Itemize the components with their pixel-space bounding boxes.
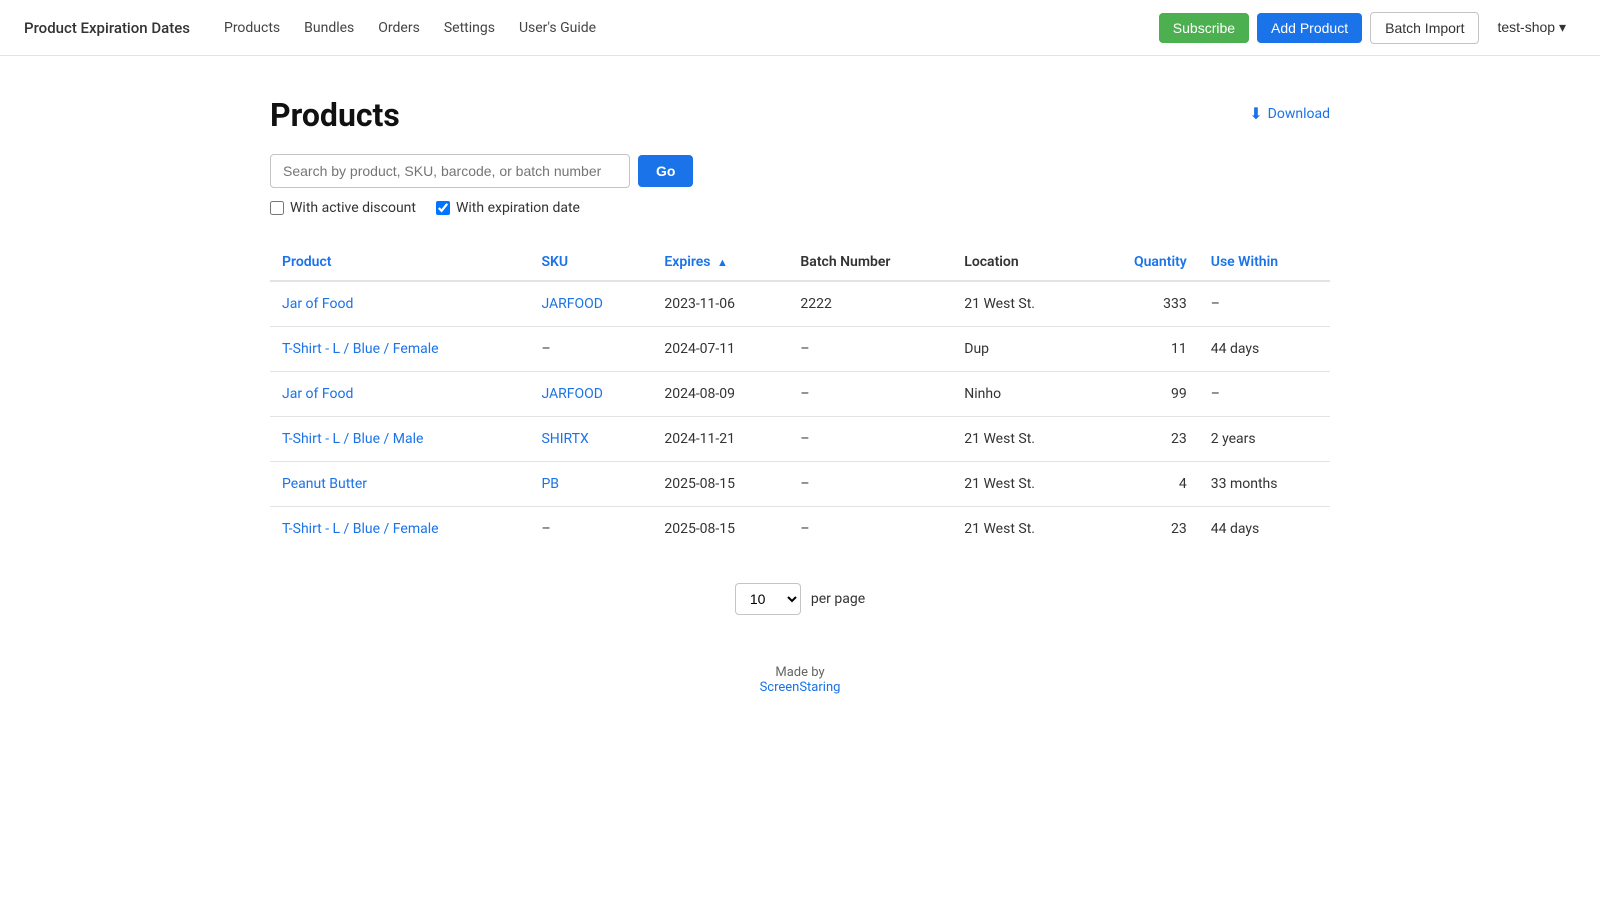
- sort-arrow-icon: ▲: [717, 256, 728, 269]
- nav-products[interactable]: Products: [214, 14, 290, 42]
- location-cell: Dup: [952, 327, 1088, 372]
- location-cell: 21 West St.: [952, 462, 1088, 507]
- page-wrapper: Products ⬇ Download Go With active disco…: [0, 56, 1600, 900]
- quantity-cell: 11: [1088, 327, 1198, 372]
- product-link[interactable]: T-Shirt - L / Blue / Female: [282, 341, 439, 357]
- expires-cell: 2024-08-09: [652, 372, 788, 417]
- product-link[interactable]: T-Shirt - L / Blue / Male: [282, 431, 423, 447]
- sku-link[interactable]: SHIRTX: [541, 431, 588, 447]
- download-label: Download: [1268, 106, 1330, 122]
- download-link[interactable]: ⬇ Download: [1249, 104, 1330, 123]
- table-body: Jar of FoodJARFOOD2023-11-06222221 West …: [270, 281, 1330, 551]
- table-row: T-Shirt - L / Blue / Male SHIRTX 2024-11-2…: [270, 417, 1330, 462]
- filter-expiration-checkbox[interactable]: [436, 201, 450, 215]
- location-cell: 21 West St.: [952, 507, 1088, 552]
- pagination-row: 10 25 50 100 per page: [270, 583, 1330, 615]
- batch-number-cell: –: [788, 327, 952, 372]
- expires-cell: 2024-07-11: [652, 327, 788, 372]
- expires-cell: 2025-08-15: [652, 462, 788, 507]
- batch-number-cell: 2222: [788, 281, 952, 327]
- filter-discount-text: With active discount: [290, 200, 416, 216]
- use-within-cell: 2 years: [1199, 417, 1330, 462]
- filter-discount-checkbox[interactable]: [270, 201, 284, 215]
- sku-link[interactable]: JARFOOD: [541, 386, 603, 402]
- per-page-select[interactable]: 10 25 50 100: [735, 583, 801, 615]
- table-header: Product SKU Expires ▲ Batch Number Locat…: [270, 244, 1330, 281]
- navbar-brand: Product Expiration Dates: [24, 19, 190, 37]
- table-row: Peanut Butter PB 2025-08-15–21 West St.433…: [270, 462, 1330, 507]
- col-quantity[interactable]: Quantity: [1088, 244, 1198, 281]
- location-cell: 21 West St.: [952, 417, 1088, 462]
- credit-link[interactable]: ScreenStaring: [760, 680, 841, 695]
- batch-number-cell: –: [788, 462, 952, 507]
- col-expires[interactable]: Expires ▲: [652, 244, 788, 281]
- col-sku[interactable]: SKU: [529, 244, 652, 281]
- product-link[interactable]: Peanut Butter: [282, 476, 367, 492]
- use-within-cell: –: [1199, 372, 1330, 417]
- filter-expiration-label[interactable]: With expiration date: [436, 200, 580, 216]
- expires-cell: 2025-08-15: [652, 507, 788, 552]
- col-product[interactable]: Product: [270, 244, 529, 281]
- use-within-cell: –: [1199, 281, 1330, 327]
- products-table: Product SKU Expires ▲ Batch Number Locat…: [270, 244, 1330, 551]
- quantity-cell: 23: [1088, 507, 1198, 552]
- go-button[interactable]: Go: [638, 155, 693, 187]
- navbar-actions: Subscribe Add Product Batch Import test-…: [1159, 12, 1576, 44]
- page-header: Products ⬇ Download: [270, 96, 1330, 134]
- col-batch-number[interactable]: Batch Number: [788, 244, 952, 281]
- filter-expiration-text: With expiration date: [456, 200, 580, 216]
- sku-link[interactable]: PB: [541, 476, 559, 492]
- download-icon: ⬇: [1249, 104, 1262, 123]
- table-row: Jar of Food JARFOOD 2023-11-06222221 West …: [270, 281, 1330, 327]
- col-location[interactable]: Location: [952, 244, 1088, 281]
- use-within-cell: 44 days: [1199, 327, 1330, 372]
- quantity-cell: 4: [1088, 462, 1198, 507]
- per-page-label: per page: [811, 591, 865, 607]
- expires-cell: 2023-11-06: [652, 281, 788, 327]
- location-cell: Ninho: [952, 372, 1088, 417]
- search-input[interactable]: [270, 154, 630, 188]
- col-use-within[interactable]: Use Within: [1199, 244, 1330, 281]
- batch-number-cell: –: [788, 507, 952, 552]
- page-title: Products: [270, 96, 400, 134]
- navbar: Product Expiration Dates Products Bundle…: [0, 0, 1600, 56]
- quantity-cell: 333: [1088, 281, 1198, 327]
- product-link[interactable]: Jar of Food: [282, 296, 353, 312]
- batch-number-cell: –: [788, 372, 952, 417]
- filter-row: With active discount With expiration dat…: [270, 200, 1330, 216]
- nav-bundles[interactable]: Bundles: [294, 14, 364, 42]
- footer: Made by ScreenStaring: [270, 665, 1330, 695]
- table-row: T-Shirt - L / Blue / Female–2024-07-11–D…: [270, 327, 1330, 372]
- quantity-cell: 99: [1088, 372, 1198, 417]
- navbar-links: Products Bundles Orders Settings User's …: [214, 14, 1135, 42]
- quantity-cell: 23: [1088, 417, 1198, 462]
- main-content: Products ⬇ Download Go With active disco…: [210, 56, 1390, 735]
- use-within-cell: 33 months: [1199, 462, 1330, 507]
- product-link[interactable]: T-Shirt - L / Blue / Female: [282, 521, 439, 537]
- table-header-row: Product SKU Expires ▲ Batch Number Locat…: [270, 244, 1330, 281]
- subscribe-button[interactable]: Subscribe: [1159, 13, 1249, 43]
- add-product-button[interactable]: Add Product: [1257, 13, 1362, 43]
- nav-orders[interactable]: Orders: [368, 14, 430, 42]
- batch-import-button[interactable]: Batch Import: [1370, 12, 1479, 44]
- shop-dropdown-button[interactable]: test-shop ▾: [1487, 12, 1576, 43]
- product-link[interactable]: Jar of Food: [282, 386, 353, 402]
- nav-settings[interactable]: Settings: [434, 14, 505, 42]
- nav-users-guide[interactable]: User's Guide: [509, 14, 606, 42]
- location-cell: 21 West St.: [952, 281, 1088, 327]
- batch-number-cell: –: [788, 417, 952, 462]
- filter-discount-label[interactable]: With active discount: [270, 200, 416, 216]
- expires-cell: 2024-11-21: [652, 417, 788, 462]
- table-row: Jar of FoodJARFOOD2024-08-09–Ninho99–: [270, 372, 1330, 417]
- table-row: T-Shirt - L / Blue / Female–2025-08-15–2…: [270, 507, 1330, 552]
- search-row: Go: [270, 154, 1330, 188]
- use-within-cell: 44 days: [1199, 507, 1330, 552]
- sku-link[interactable]: JARFOOD: [541, 296, 603, 312]
- made-by-label: Made by: [775, 665, 824, 680]
